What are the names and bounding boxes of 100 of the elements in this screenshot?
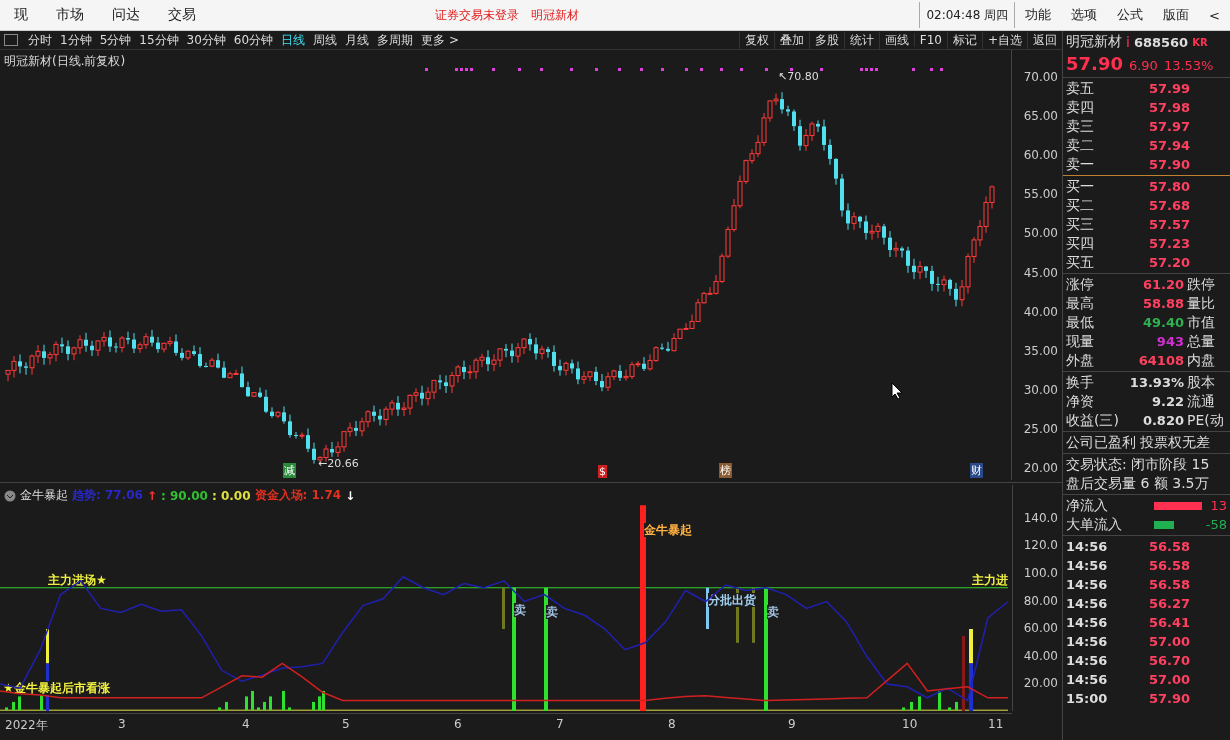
toolbar-button[interactable]: +自选	[981, 31, 1027, 49]
stat-value: 9.22	[1150, 394, 1184, 409]
period-tab[interactable]: 5分钟	[95, 31, 136, 49]
stat-label: 市值	[1187, 313, 1215, 332]
price-axis-label: 35.00	[1023, 343, 1058, 358]
more-button[interactable]: 更多 >	[417, 31, 463, 49]
signal-label: 主力进场★	[48, 573, 107, 587]
order-price: 57.80	[1147, 179, 1190, 194]
login-status: 证券交易未登录	[435, 6, 520, 24]
stat-value: 13.93%	[1128, 375, 1184, 390]
price-axis-label: 30.00	[1023, 382, 1058, 397]
order-level: 买三	[1066, 215, 1095, 234]
tick-time: 14:56	[1066, 558, 1109, 573]
flow-label: 大单流入	[1066, 515, 1123, 534]
menu-item[interactable]: 选项	[1061, 6, 1108, 24]
menu-item[interactable]: 现	[0, 6, 42, 24]
percent-change: 13.53%	[1163, 58, 1214, 73]
toolbar-button[interactable]: 返回	[1027, 31, 1062, 49]
stat-label: 净资	[1066, 392, 1095, 411]
collapse-button[interactable]: <	[1199, 7, 1230, 23]
event-marker[interactable]: $	[598, 465, 607, 478]
menu-item[interactable]: 问达	[98, 6, 154, 24]
menu-item[interactable]: 功能	[1015, 6, 1062, 24]
date-axis-label: 7	[556, 717, 564, 731]
price-change: 6.90	[1128, 58, 1158, 73]
order-price: 57.97	[1147, 119, 1190, 134]
indicator-readout: 趋势: 77.06	[72, 487, 143, 504]
menu-item[interactable]: 版面	[1153, 6, 1200, 24]
low-price-label: ←20.66	[318, 457, 359, 470]
stock-name: 明冠新材	[1066, 33, 1122, 51]
order-level: 卖四	[1066, 98, 1095, 117]
toolbar-button[interactable]: F10	[913, 33, 947, 47]
order-level: 买四	[1066, 234, 1095, 253]
stat-label: 流通	[1187, 392, 1215, 411]
period-tab[interactable]: 15分钟	[135, 31, 183, 49]
toolbar-button[interactable]: 画线	[878, 31, 914, 49]
event-marker[interactable]: 榜	[719, 463, 732, 478]
stock-name: 明冠新材	[531, 6, 580, 24]
menu-item[interactable]: 市场	[42, 6, 98, 24]
stat-label: 最高	[1066, 294, 1095, 313]
menu-item[interactable]: 公式	[1107, 6, 1154, 24]
indicator-axis-label: 20.00	[1023, 676, 1058, 691]
info-flag[interactable]: i	[1126, 34, 1130, 50]
menu-item[interactable]: 交易	[154, 6, 210, 24]
price-axis-label: 20.00	[1023, 461, 1058, 475]
event-marker[interactable]: 减	[283, 463, 296, 478]
tick-price: 56.58	[1147, 539, 1190, 554]
toolbar-button[interactable]: 统计	[843, 31, 879, 49]
stat-value: 943	[1155, 334, 1184, 349]
price-axis-label: 40.00	[1023, 304, 1058, 319]
toolbar-button[interactable]: 标记	[946, 31, 982, 49]
period-tab[interactable]: 周线	[309, 31, 342, 49]
date-axis-label: 10	[902, 717, 918, 731]
date-axis-label: 4	[242, 717, 250, 731]
stat-value: 61.20	[1141, 277, 1184, 292]
flow-value: -58	[1205, 517, 1227, 532]
period-tab[interactable]: 1分钟	[56, 31, 96, 49]
tick-time: 15:00	[1066, 691, 1109, 706]
order-price: 57.98	[1147, 100, 1190, 115]
period-tab[interactable]: 分时	[24, 31, 56, 49]
stat-value: 58.88	[1141, 296, 1184, 311]
settings-icon[interactable]	[4, 489, 16, 502]
clock: 02:04:48 周四	[919, 2, 1016, 28]
toolbar-button[interactable]: 多股	[808, 31, 844, 49]
stat-label: 跌停	[1187, 275, 1215, 294]
date-axis-label: 11	[988, 717, 1004, 731]
date-axis-label: 8	[668, 717, 676, 731]
stat-label: 外盘	[1066, 351, 1095, 370]
period-tab[interactable]: 60分钟	[229, 31, 278, 49]
tick-time: 14:56	[1066, 634, 1109, 649]
period-tab[interactable]: 30分钟	[182, 31, 230, 49]
tick-price: 57.00	[1147, 634, 1190, 649]
order-price: 57.57	[1147, 217, 1190, 232]
order-price: 57.23	[1147, 236, 1190, 251]
period-tab[interactable]: 月线	[341, 31, 374, 49]
order-price: 57.90	[1147, 157, 1190, 172]
toolbar-button[interactable]: 复权	[738, 31, 774, 49]
mouse-cursor-icon	[891, 382, 903, 400]
tick-time: 14:56	[1066, 577, 1109, 592]
stat-label: PE(动	[1187, 411, 1224, 430]
indicator-readout: ↑	[146, 488, 157, 503]
tick-price: 56.58	[1147, 577, 1190, 592]
indicator-readout: 资金入场: 1.74	[254, 487, 342, 504]
date-axis-label: 9	[788, 717, 796, 731]
toolbar-button[interactable]: 叠加	[773, 31, 809, 49]
tick-time: 14:56	[1066, 615, 1109, 630]
tick-price: 56.58	[1147, 558, 1190, 573]
price-axis-label: 25.00	[1023, 421, 1058, 436]
indicator-axis-label: 140.0	[1023, 510, 1058, 525]
tick-time: 14:56	[1066, 596, 1109, 611]
price-axis-label: 55.00	[1023, 187, 1058, 202]
sidebar-toggle-icon[interactable]	[4, 34, 18, 46]
order-level: 买二	[1066, 196, 1095, 215]
period-tab[interactable]: 日线	[277, 31, 310, 49]
event-marker[interactable]: 财	[970, 463, 983, 478]
price-axis-label: 60.00	[1023, 148, 1058, 163]
period-tab[interactable]: 多周期	[373, 31, 418, 49]
stat-label: 收益(三)	[1066, 411, 1120, 430]
market-label: KR	[1192, 36, 1208, 48]
price-axis-label: 50.00	[1023, 226, 1058, 241]
